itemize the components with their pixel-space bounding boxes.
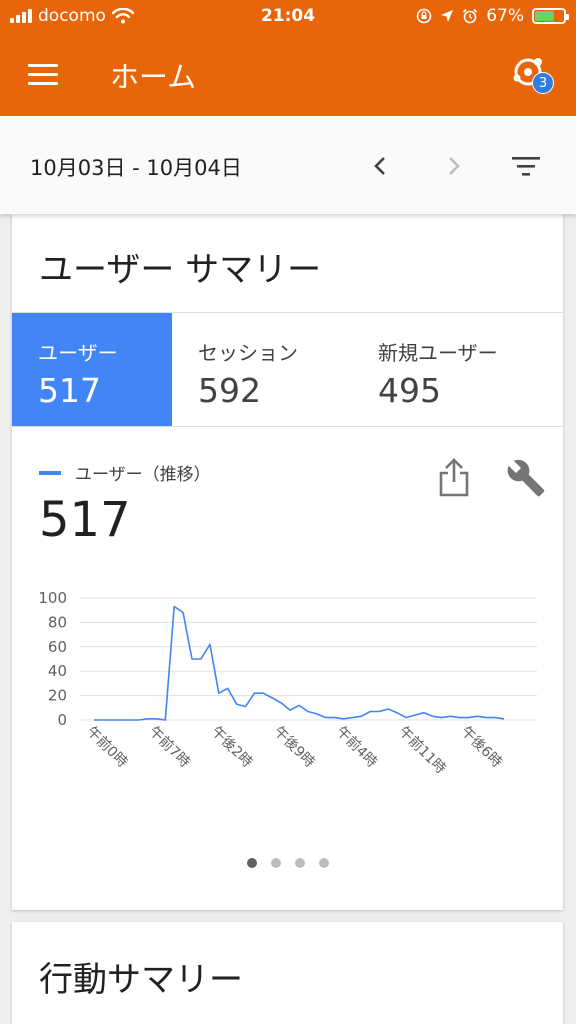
pager-dot[interactable] [318, 858, 329, 868]
metric-tab-new-users[interactable]: 新規ユーザー 495 [352, 313, 563, 426]
x-tick-label: 午前11時 [395, 723, 449, 777]
filter-button[interactable] [506, 146, 546, 186]
legend-swatch [39, 470, 61, 475]
chart-legend: ユーザー（推移） [39, 460, 211, 485]
alarm-icon [463, 8, 478, 24]
x-tick-label: 午後6時 [458, 724, 505, 771]
x-tick-label: 午後9時 [270, 724, 317, 771]
customize-button[interactable] [506, 458, 546, 498]
previous-range-button[interactable] [360, 146, 400, 186]
page-title: ホーム [110, 60, 197, 94]
y-tick-label: 100 [38, 589, 67, 607]
y-tick-label: 0 [57, 711, 67, 729]
x-tick-label: 午前0時 [83, 723, 131, 771]
battery-icon [532, 8, 569, 24]
metric-tabs: ユーザー 517 セッション 592 新規ユーザー 495 [12, 312, 563, 427]
metric-value: 517 [38, 371, 101, 410]
metric-value: 592 [198, 371, 261, 410]
y-tick-label: 40 [48, 662, 67, 680]
metric-tab-users[interactable]: ユーザー 517 [12, 313, 172, 426]
metric-label: ユーザー [38, 341, 118, 365]
app-bar: ホーム 3 [0, 34, 576, 116]
chevron-right-icon [449, 157, 460, 175]
share-icon [439, 458, 469, 497]
pager-dot[interactable] [270, 858, 281, 868]
date-range-bar: 10月03日 - 10月04日 [0, 116, 576, 214]
account-count-badge: 3 [532, 72, 554, 94]
metric-label: セッション [198, 341, 298, 365]
battery-percent: 67% [486, 6, 524, 26]
next-range-button[interactable] [434, 146, 474, 186]
pager-dot[interactable] [294, 858, 305, 868]
status-bar: docomo 21:04 67% [0, 0, 576, 34]
metric-tab-sessions[interactable]: セッション 592 [172, 313, 352, 426]
menu-icon[interactable] [28, 64, 58, 86]
legend-label: ユーザー（推移） [75, 465, 211, 485]
behavior-summary-title: 行動サマリー [39, 960, 243, 1000]
orientation-lock-icon [416, 8, 432, 24]
y-tick-label: 80 [48, 613, 67, 631]
y-tick-label: 60 [48, 638, 67, 656]
share-button[interactable] [436, 458, 472, 498]
date-range-label[interactable]: 10月03日 - 10月04日 [30, 152, 242, 182]
y-tick-label: 20 [48, 687, 67, 705]
account-switch-button[interactable]: 3 [508, 52, 554, 96]
location-icon [441, 10, 454, 22]
metric-value: 495 [378, 371, 441, 410]
selected-metric-value: 517 [39, 492, 131, 548]
users-line-chart: 100 80 60 40 20 0 午前0時 午前7時 午後2時 午後9時 午前4時 午前11時 午後6… [38, 589, 537, 777]
chevron-left-icon [374, 157, 385, 175]
metric-label: 新規ユーザー [378, 341, 498, 365]
user-summary-title: ユーザー サマリー [39, 250, 322, 290]
x-tick-label: 午後2時 [208, 724, 255, 771]
behavior-summary-card: 行動サマリー [12, 922, 563, 1024]
card-pager [12, 858, 563, 868]
wrench-icon [507, 459, 545, 497]
x-tick-label: 午前7時 [146, 723, 194, 771]
users-series-line [94, 605, 505, 721]
user-summary-card: ユーザー サマリー ユーザー 517 セッション 592 新規ユーザー 495 … [12, 214, 563, 910]
pager-dot[interactable] [246, 858, 257, 868]
filter-icon [512, 157, 540, 176]
x-tick-label: 午前4時 [333, 723, 381, 771]
